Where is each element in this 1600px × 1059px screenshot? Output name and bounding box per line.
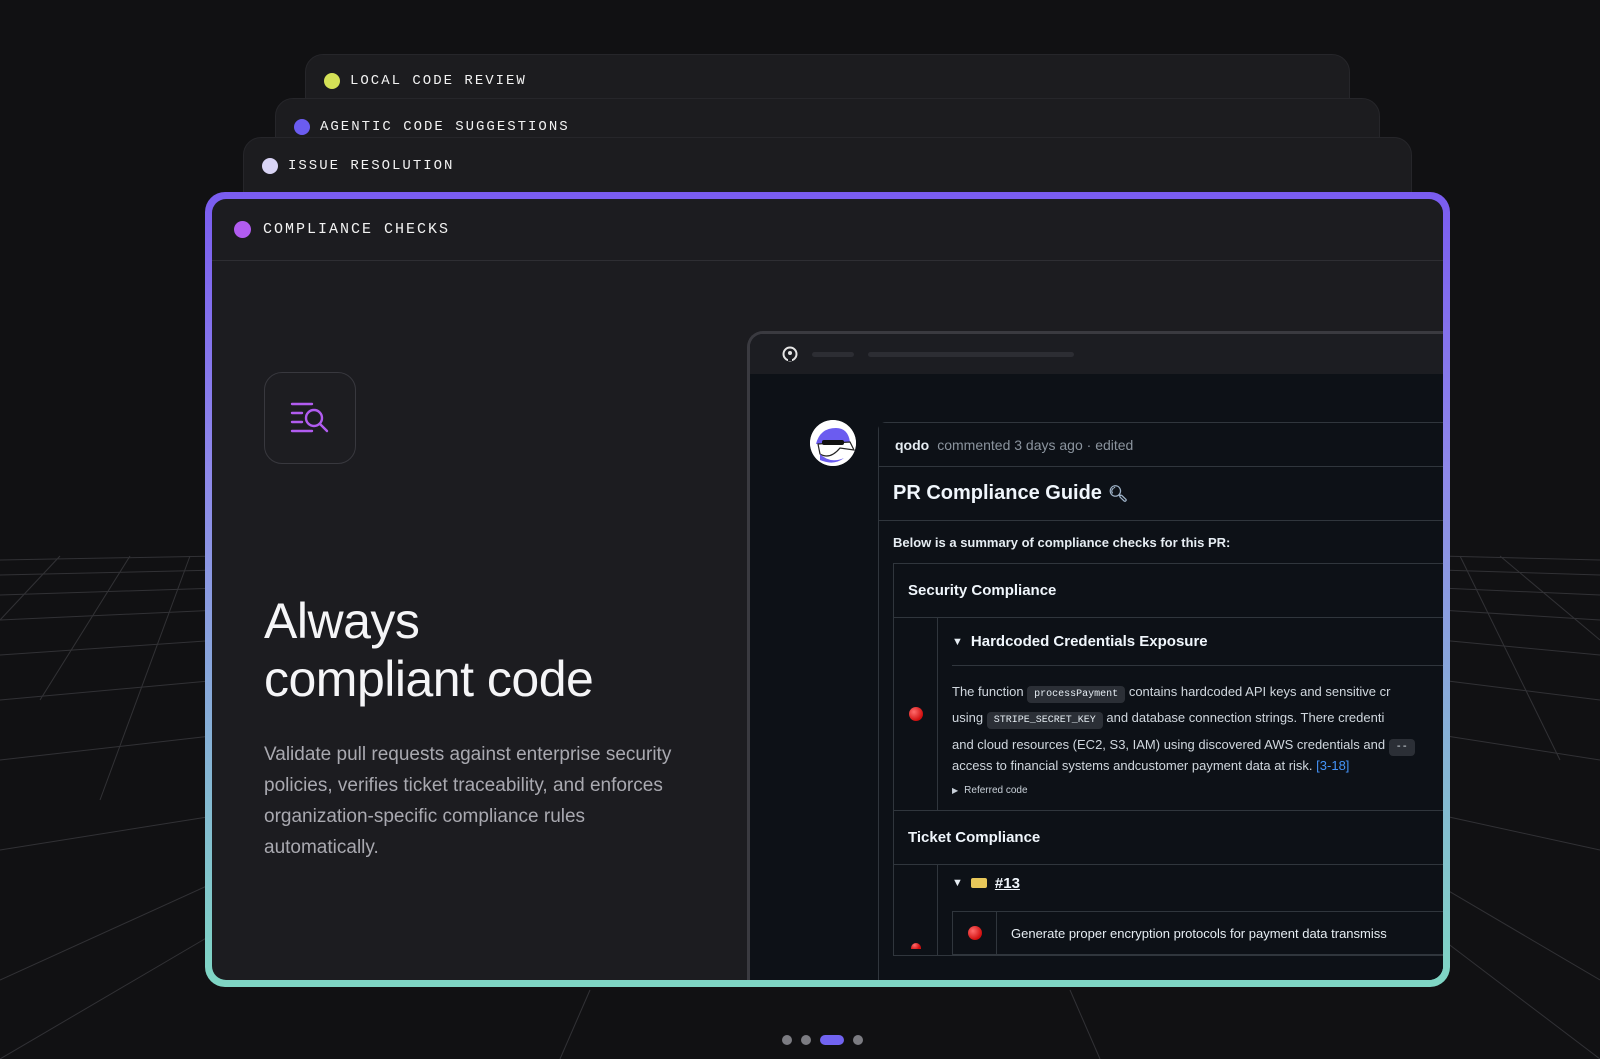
address-placeholder-long — [868, 351, 1074, 357]
status-cell — [894, 865, 938, 955]
status-dot-icon — [234, 221, 251, 238]
comment-title-text: PR Compliance Guide — [893, 482, 1102, 504]
red-circle-icon — [967, 926, 982, 940]
text-span: and cloud resources (EC2, S3, IAM) using… — [952, 737, 1386, 752]
tab-label: ISSUE RESOLUTION — [288, 158, 455, 174]
status-dot-icon — [262, 158, 278, 174]
browser-toolbar — [750, 334, 1443, 374]
credentials-exposure-text: The function processPayment contains har… — [952, 666, 1443, 781]
security-compliance-row: ▼ Hardcoded Credentials Exposure The fun… — [894, 618, 1443, 811]
text-span: access to financial systems andcustomer … — [952, 758, 1313, 773]
hero-description: Validate pull requests against enterpris… — [264, 744, 672, 858]
text-line: using STRIPE_SECRET_KEY and database con… — [952, 706, 1443, 732]
ticket-compliance-row: ▼ #13 Generate proper encryption protoco… — [894, 865, 1443, 955]
compliance-checks-panel: COMPLIANCE CHECKS Always compliant code … — [205, 192, 1450, 987]
triangle-down-icon: ▼ — [952, 635, 963, 648]
credentials-exposure-title: Hardcoded Credentials Exposure — [970, 633, 1208, 650]
referred-code-toggle[interactable]: ▶ Referred code — [952, 781, 1443, 810]
text-line: The function processPayment contains har… — [952, 680, 1443, 706]
compliance-table: Security Compliance ▼ Hardcoded Credenti… — [893, 563, 1443, 956]
pagination-dot-1[interactable] — [782, 1035, 792, 1045]
text-line: and cloud resources (EC2, S3, IAM) using… — [952, 732, 1443, 757]
security-compliance-header: Security Compliance — [894, 564, 1443, 618]
triangle-right-icon: ▶ — [952, 786, 959, 795]
magnifier-icon: 🔍︎ — [1107, 485, 1129, 503]
tab-compliance-checks[interactable]: COMPLIANCE CHECKS — [212, 199, 1443, 261]
credentials-exposure-toggle[interactable]: ▼ Hardcoded Credentials Exposure — [952, 618, 1443, 666]
status-dot-icon — [294, 119, 310, 135]
ticket-requirement-row: Generate proper encryption protocols for… — [952, 911, 1443, 955]
status-cell — [953, 912, 997, 954]
comment-title: PR Compliance Guide 🔍︎ — [879, 467, 1443, 521]
ticket-icon — [970, 878, 987, 888]
ticket-compliance-header: Ticket Compliance — [894, 811, 1443, 865]
github-icon — [782, 346, 798, 362]
text-span: using — [952, 710, 984, 725]
pagination-dot-3-active[interactable] — [820, 1035, 844, 1045]
comment-author[interactable]: qodo — [895, 437, 929, 453]
code-process-payment: processPayment — [1027, 686, 1126, 703]
carousel-pagination — [782, 1035, 863, 1045]
status-dot-icon — [324, 73, 340, 89]
code-stripe-secret-key: STRIPE_SECRET_KEY — [986, 712, 1103, 729]
detail-cell: ▼ Hardcoded Credentials Exposure The fun… — [938, 618, 1443, 810]
tab-label: AGENTIC CODE SUGGESTIONS — [320, 119, 570, 135]
headline-line-2: compliant code — [264, 651, 594, 707]
hero-headline: Always compliant code — [264, 592, 594, 708]
text-line: access to financial systems andcustomer … — [952, 757, 1443, 775]
comment-header: qodo commented 3 days ago · edited — [879, 423, 1443, 467]
ticket-requirement-text: Generate proper encryption protocols for… — [1011, 925, 1387, 941]
referred-code-label: Referred code — [964, 785, 1028, 796]
search-list-icon — [264, 372, 356, 464]
text-span: contains hardcoded API keys and sensitiv… — [1128, 684, 1391, 699]
comment-summary: Below is a summary of compliance checks … — [893, 535, 1231, 550]
headline-line-1: Always — [264, 593, 420, 649]
tab-label: COMPLIANCE CHECKS — [263, 221, 451, 238]
ticket-link[interactable]: #13 — [995, 875, 1020, 892]
code-truncated: -- — [1388, 739, 1415, 756]
triangle-down-icon: ▼ — [952, 877, 963, 889]
address-placeholder-short — [812, 351, 854, 357]
status-cell — [894, 618, 938, 810]
pagination-dot-4[interactable] — [853, 1035, 863, 1045]
avatar — [810, 420, 856, 466]
text-span: and database connection strings. There c… — [1106, 710, 1385, 725]
detail-cell: ▼ #13 Generate proper encryption protoco… — [938, 865, 1443, 955]
pagination-dot-2[interactable] — [801, 1035, 811, 1045]
comment-meta: commented 3 days ago · edited — [937, 436, 1134, 453]
pr-comment: qodo commented 3 days ago · edited PR Co… — [878, 422, 1443, 980]
line-range-link[interactable]: [3-18] — [1316, 758, 1349, 773]
red-circle-icon — [908, 707, 923, 721]
page-stage: LOCAL CODE REVIEW AGENTIC CODE SUGGESTIO… — [0, 0, 1600, 1059]
browser-mockup: qodo commented 3 days ago · edited PR Co… — [747, 331, 1443, 980]
red-circle-icon — [910, 943, 921, 949]
tab-label: LOCAL CODE REVIEW — [350, 73, 527, 89]
text-span: The function — [952, 684, 1024, 699]
ticket-toggle[interactable]: ▼ #13 — [952, 865, 1443, 901]
